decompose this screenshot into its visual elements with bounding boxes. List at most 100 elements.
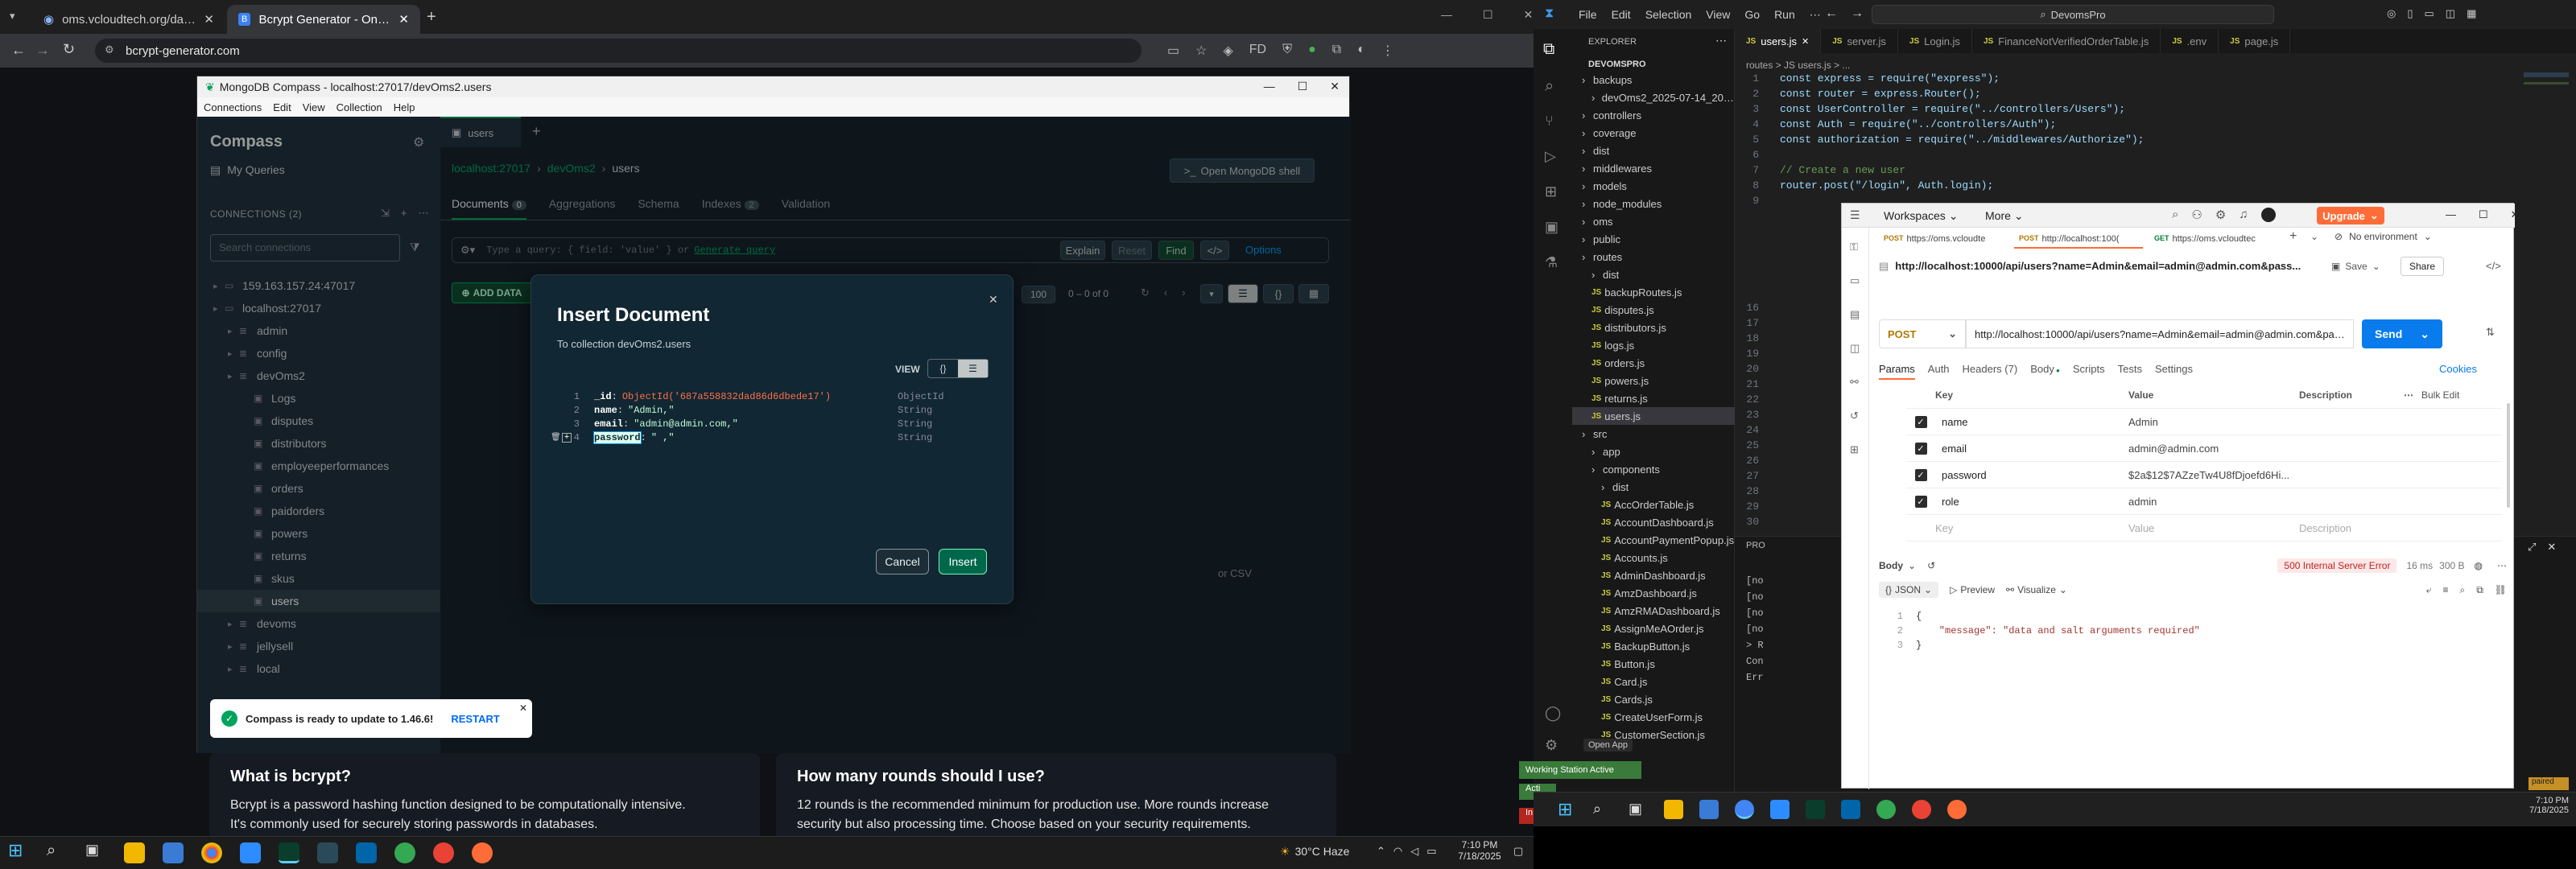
clock[interactable]: 7:10 PM 7/18/2025 bbox=[2517, 796, 2569, 815]
cancel-button[interactable]: Cancel bbox=[876, 549, 929, 575]
tabs-dropdown-icon[interactable]: ⌄ bbox=[2310, 231, 2318, 242]
maximize-icon[interactable]: ☐ bbox=[2479, 208, 2488, 221]
invite-icon[interactable]: ⚇ bbox=[2191, 208, 2202, 222]
folder-item[interactable]: › dist bbox=[1572, 478, 1735, 496]
windows-start-icon[interactable]: ⊞ bbox=[1558, 799, 1572, 820]
new-tab-button[interactable]: + bbox=[427, 8, 436, 27]
file-item[interactable]: JS AccountDashboard.js bbox=[1572, 513, 1735, 531]
editor-tab[interactable]: JS users.js ✕ bbox=[1735, 29, 1822, 53]
folder-item[interactable]: › middlewares bbox=[1572, 159, 1735, 177]
search-icon[interactable]: ⌕ bbox=[1545, 77, 1554, 96]
store-icon[interactable] bbox=[1699, 800, 1719, 819]
explorer-icon[interactable]: ⧉ bbox=[1543, 40, 1554, 59]
forward-icon[interactable]: → bbox=[1851, 6, 1864, 21]
menu-run[interactable]: Run bbox=[1774, 8, 1795, 22]
file-item[interactable]: JS AmzDashboard.js bbox=[1572, 584, 1735, 602]
wifi-icon[interactable]: ◠ bbox=[1393, 845, 1402, 858]
editor-line[interactable]: 3 email: "admin@admin.com," String bbox=[555, 417, 990, 430]
bell-icon[interactable]: ♫ bbox=[2239, 208, 2248, 222]
chrome-tab-oms[interactable]: ◉ oms.vcloudtech.org/dashboard ✕ bbox=[32, 5, 225, 34]
editor-tab[interactable]: JS Login.js bbox=[1897, 29, 1972, 53]
file-item[interactable]: JS Accounts.js bbox=[1572, 549, 1735, 566]
editor-tab[interactable]: JS FinanceNotVerifiedOrderTable.js bbox=[1971, 29, 2161, 53]
store-icon[interactable] bbox=[163, 842, 184, 863]
remote-icon[interactable]: ▣ bbox=[1545, 219, 1558, 236]
minimize-icon[interactable]: — bbox=[2446, 208, 2456, 221]
field-key[interactable]: email bbox=[594, 418, 623, 430]
folder-item[interactable]: › controllers bbox=[1572, 106, 1735, 124]
folder-item[interactable]: › components bbox=[1572, 460, 1735, 478]
file-item[interactable]: JS AmzRMADashboard.js bbox=[1572, 602, 1735, 620]
manage-gear-icon[interactable]: ⚙ bbox=[1545, 737, 1558, 754]
method-select[interactable]: POST ⌄ bbox=[1879, 319, 1966, 348]
folder-item[interactable]: › dist bbox=[1572, 266, 1735, 283]
close-icon[interactable]: ✕ bbox=[2511, 208, 2520, 221]
bulk-edit-link[interactable]: Bulk Edit bbox=[2421, 389, 2459, 401]
search-icon[interactable]: ⌕ bbox=[2172, 208, 2178, 222]
field-key[interactable]: name bbox=[594, 405, 617, 416]
weather-widget[interactable]: ☀ 30°C Haze bbox=[1280, 845, 1349, 859]
vscode-icon[interactable] bbox=[1841, 800, 1860, 819]
file-item[interactable]: JS AccOrderTable.js bbox=[1572, 496, 1735, 513]
globe-icon[interactable]: ◍ bbox=[2475, 560, 2483, 571]
folder-item[interactable]: › oms bbox=[1572, 212, 1735, 230]
zoom-icon[interactable] bbox=[1770, 800, 1790, 819]
request-tab[interactable]: POST https://oms.vcloudte bbox=[1879, 231, 2008, 249]
environment-select[interactable]: ⊘ No environment ⌄ bbox=[2334, 231, 2432, 242]
puzzle-icon[interactable]: ⧉ bbox=[1332, 43, 1341, 59]
folder-item[interactable]: › models bbox=[1572, 177, 1735, 195]
extensions-icon[interactable]: ⊞ bbox=[1545, 183, 1557, 200]
maximize-panel-icon[interactable]: ⤢ bbox=[2528, 541, 2536, 554]
search-icon[interactable]: ⌕ bbox=[1593, 801, 1601, 818]
scrollbar[interactable] bbox=[2507, 403, 2510, 508]
param-key[interactable]: password bbox=[1935, 469, 2128, 481]
file-item[interactable]: JS Cards.js bbox=[1572, 690, 1735, 708]
task-view-icon[interactable]: ▣ bbox=[1629, 801, 1642, 818]
folder-item[interactable]: › routes bbox=[1572, 248, 1735, 266]
menu-edit[interactable]: Edit bbox=[273, 101, 291, 113]
folder-item[interactable]: › app bbox=[1572, 443, 1735, 460]
visualize-tab[interactable]: ⚯ Visualize ⌄ bbox=[2006, 584, 2067, 595]
close-panel-icon[interactable]: ✕ bbox=[2547, 541, 2556, 554]
preview-tab[interactable]: ▷ Preview bbox=[1950, 584, 1995, 595]
account-icon[interactable]: ◯ bbox=[1545, 705, 1561, 722]
file-item[interactable]: JS users.js bbox=[1572, 407, 1735, 425]
chrome-profile-icon[interactable] bbox=[1876, 800, 1896, 819]
file-item[interactable]: JS CreateUserForm.js bbox=[1572, 708, 1735, 726]
settings-icon[interactable]: ⚙ bbox=[2215, 208, 2226, 222]
url-input[interactable]: http://localhost:10000/api/users?name=Ad… bbox=[1966, 319, 2354, 348]
star-icon[interactable]: ☆ bbox=[1195, 43, 1207, 59]
folder-item[interactable]: › devOms2_2025-07-14_20-30-12 bbox=[1572, 89, 1735, 106]
menu-icon[interactable]: ⋮ bbox=[1381, 43, 1394, 59]
reload-icon[interactable]: ↻ bbox=[63, 41, 75, 58]
mongo-shell-icon[interactable] bbox=[317, 842, 338, 863]
restart-link[interactable]: RESTART bbox=[451, 713, 499, 725]
field-value[interactable]: ObjectId('687a558832dad86d6dbede17') bbox=[622, 391, 831, 402]
sidebar-toggle-icon[interactable]: ⇅ bbox=[2486, 326, 2495, 339]
more-menu-icon[interactable]: ⋯ bbox=[1810, 8, 1821, 22]
field-value[interactable]: " ," bbox=[651, 432, 675, 443]
folder-item[interactable]: › coverage bbox=[1572, 124, 1735, 142]
format-select[interactable]: {} JSON ⌄ bbox=[1879, 582, 1939, 598]
apps-icon[interactable]: ⊞ bbox=[1850, 443, 1860, 456]
param-key[interactable]: email bbox=[1935, 443, 2128, 455]
menu-selection[interactable]: Selection bbox=[1645, 8, 1692, 22]
menu-collection[interactable]: Collection bbox=[336, 101, 382, 113]
postman-menu-icon[interactable]: ☰ bbox=[1850, 208, 1860, 222]
file-item[interactable]: JS BackupButton.js bbox=[1572, 637, 1735, 655]
site-info-icon[interactable]: ⚙ bbox=[105, 43, 114, 56]
search-icon[interactable]: ⌕ bbox=[2459, 584, 2465, 596]
chrome-profile2-icon[interactable] bbox=[433, 842, 454, 863]
profile-icon[interactable]: ◐ bbox=[1357, 43, 1365, 59]
task-view-icon[interactable]: ▣ bbox=[85, 842, 106, 863]
cookies-link[interactable]: Cookies bbox=[2439, 363, 2477, 375]
sidebar-toggle-icon[interactable]: ▯ bbox=[2407, 7, 2413, 20]
terminal-output[interactable]: [no [no [no [no > R Con Err bbox=[1746, 573, 1764, 686]
save-button[interactable]: ▣ Save ⌄ bbox=[2331, 257, 2391, 276]
editor-tab[interactable]: JS .env bbox=[2161, 29, 2219, 53]
add-field-icon[interactable]: + bbox=[562, 432, 572, 443]
toast-close-icon[interactable]: ✕ bbox=[519, 702, 527, 714]
code-snippet-icon[interactable]: </> bbox=[2486, 260, 2501, 272]
response-body[interactable]: 1{2 "message": "data and salt arguments … bbox=[1879, 609, 2507, 653]
param-key[interactable]: name bbox=[1935, 416, 2128, 428]
